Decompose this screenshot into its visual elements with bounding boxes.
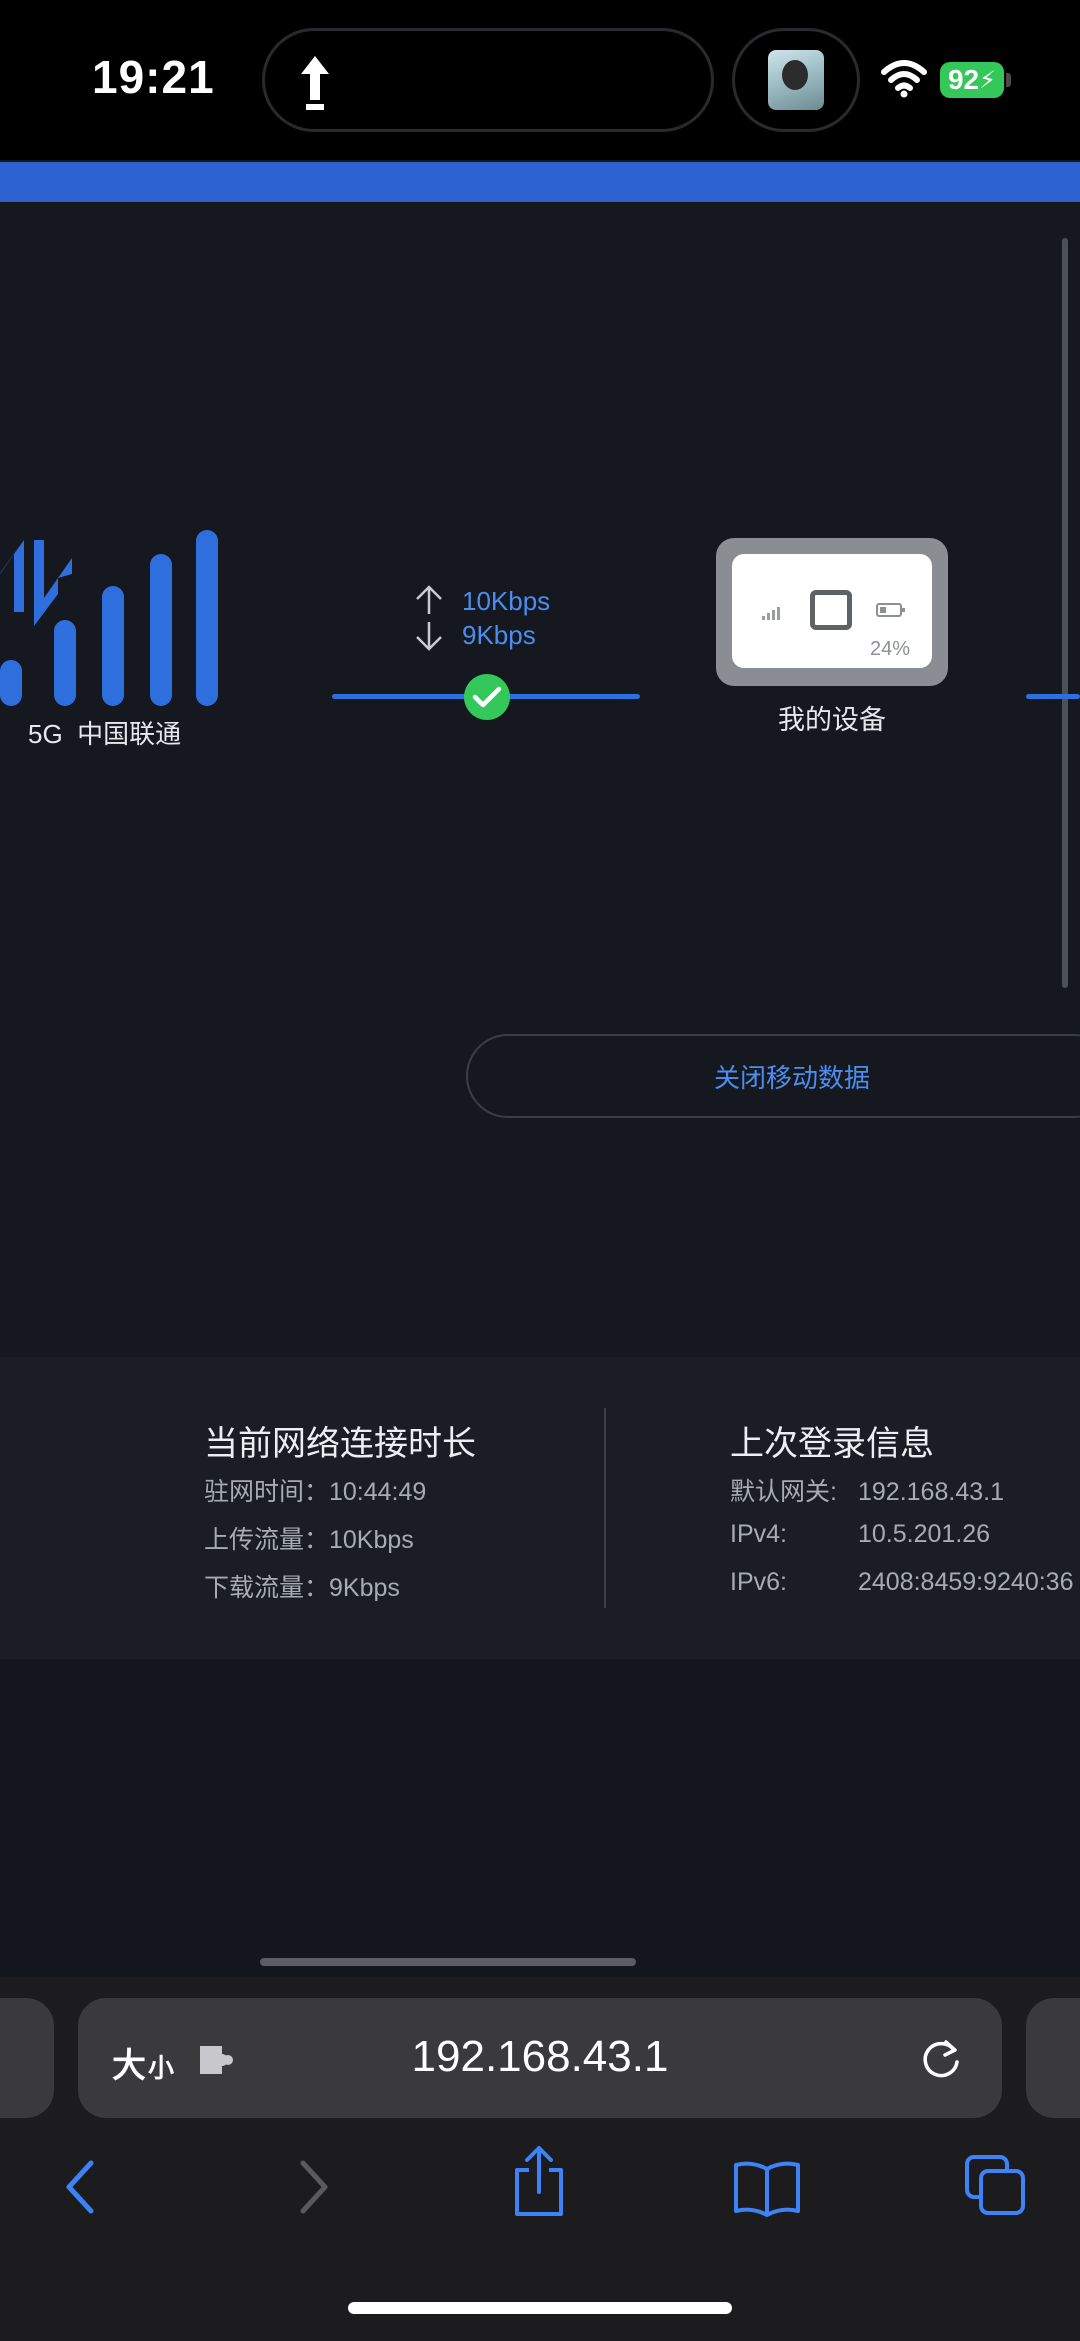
- horizontal-scroll-indicator[interactable]: [260, 1958, 636, 1966]
- device-battery-level: 24%: [870, 638, 911, 660]
- ipv6-value: 2408:8459:9240:36: [858, 1568, 1074, 1596]
- tabs-icon: [965, 2155, 1025, 2215]
- close-mobile-data-button[interactable]: 关闭移动数据: [466, 1034, 1080, 1118]
- ipv4-value: 10.5.201.26: [858, 1520, 991, 1548]
- next-tab-preview[interactable]: [1026, 1998, 1080, 2118]
- forward-button[interactable]: [278, 2152, 348, 2222]
- upload-arrow-icon: [301, 56, 329, 110]
- back-icon: [66, 2160, 94, 2214]
- back-button[interactable]: [46, 2152, 116, 2222]
- tabs-button[interactable]: [960, 2150, 1030, 2220]
- reload-icon[interactable]: [918, 2036, 964, 2082]
- header-band: [0, 162, 1080, 202]
- connected-check-icon: [464, 674, 510, 720]
- bookmarks-button[interactable]: [732, 2152, 802, 2222]
- previous-tab-preview[interactable]: [0, 1998, 54, 2118]
- upload-rate-icon: [416, 585, 442, 614]
- battery-level: 92: [947, 64, 980, 95]
- info-divider: [604, 1408, 606, 1608]
- forward-icon: [300, 2160, 328, 2214]
- device-home-icon: [810, 590, 852, 630]
- cellular-signal-icon: [0, 530, 218, 706]
- text-size-button[interactable]: 大小: [112, 2038, 175, 2085]
- download-rate-icon: [416, 622, 442, 651]
- gateway-key: 默认网关:: [730, 1478, 837, 1506]
- carrier-label: 5G 中国联通: [28, 719, 182, 749]
- bookmarks-icon: [734, 2161, 800, 2217]
- page-background: [0, 1659, 1080, 1977]
- upload-rate: 10Kbps: [462, 586, 551, 616]
- connection-info-panel: [0, 1357, 1080, 1659]
- gateway-row: 默认网关: 192.168.43.1: [730, 1472, 1004, 1508]
- ipv4-key: IPv4:: [730, 1520, 787, 1548]
- download-traffic: 下载流量：9Kbps: [204, 1574, 400, 1602]
- dwell-time: 驻网时间：10:44:49: [204, 1478, 427, 1506]
- home-indicator[interactable]: [348, 2302, 732, 2314]
- ipv4-row: IPv4: 10.5.201.26: [730, 1520, 990, 1549]
- close-mobile-data-label: 关闭移动数据: [714, 1062, 871, 1093]
- text-size-big: 大: [112, 2047, 146, 2085]
- duration-title: 当前网络连接时长: [204, 1425, 476, 1463]
- text-size-small: 小: [148, 2053, 175, 2083]
- charging-bolt-icon: ⚡: [979, 66, 996, 94]
- device-battery-icon: [876, 603, 905, 617]
- connection-line-right: [1026, 694, 1080, 699]
- device-label: 我的设备: [778, 705, 886, 735]
- download-rate: 9Kbps: [462, 620, 536, 650]
- last-login-title: 上次登录信息: [730, 1425, 934, 1463]
- url-text[interactable]: 192.168.43.1: [250, 2032, 830, 2082]
- scrollbar-thumb[interactable]: [1062, 238, 1068, 988]
- album-art-icon: [768, 50, 824, 110]
- share-button[interactable]: [504, 2146, 574, 2216]
- status-time: 19:21: [92, 51, 215, 103]
- battery-cap: [1006, 73, 1011, 87]
- device-signal-icon: [762, 607, 780, 620]
- extension-icon[interactable]: [196, 2042, 240, 2078]
- gateway-value: 192.168.43.1: [858, 1478, 1004, 1506]
- ipv6-row: IPv6: 2408:8459:9240:36: [730, 1568, 1074, 1597]
- ipv6-key: IPv6:: [730, 1568, 787, 1596]
- share-icon: [515, 2146, 563, 2216]
- charging-battery-icon: 92 ⚡: [940, 62, 1004, 98]
- upload-traffic: 上传流量：10Kbps: [204, 1526, 414, 1554]
- wifi-icon: [881, 60, 927, 98]
- network-status-panel: [0, 202, 1080, 1357]
